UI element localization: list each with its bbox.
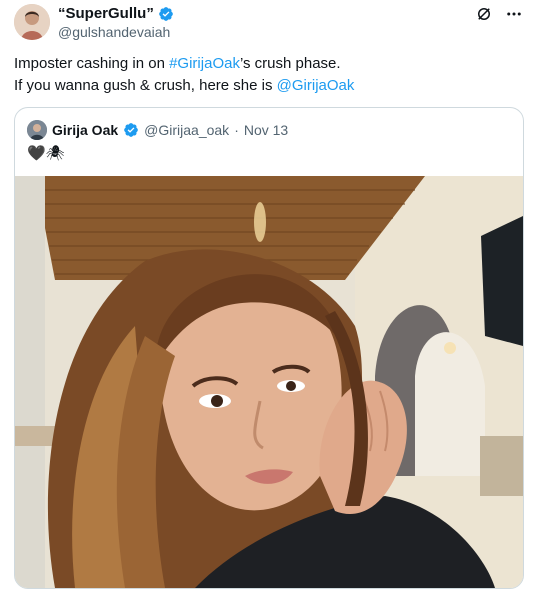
mention-link[interactable]: @GirijaOak (277, 77, 355, 94)
post-header: “SuperGullu” @gulshandevaiah (14, 4, 524, 44)
quoted-post-photo[interactable] (15, 176, 523, 588)
quoted-separator: · (234, 122, 239, 138)
quoted-post-header: Girija Oak @Girijaa_oak · Nov 13 (27, 120, 288, 140)
quoted-post-date[interactable]: Nov 13 (244, 121, 288, 139)
quoted-author-name[interactable]: Girija Oak (52, 121, 118, 139)
post-text: Imposter cashing in on #GirijaOak’s crus… (14, 53, 522, 97)
author-handle[interactable]: @gulshandevaiah (58, 23, 174, 41)
grok-button[interactable] (474, 4, 494, 24)
quoted-avatar-image (27, 120, 47, 140)
post-text-segment: Imposter cashing in on (14, 55, 170, 72)
author-name-block: “SuperGullu” @gulshandevaiah (58, 5, 174, 41)
author-display-name[interactable]: “SuperGullu” (58, 5, 174, 23)
quoted-author-avatar[interactable] (27, 120, 47, 140)
verified-badge-icon (159, 7, 173, 21)
post-text-line-1: Imposter cashing in on #GirijaOak’s crus… (14, 53, 522, 75)
more-button[interactable] (504, 4, 524, 24)
hashtag-link[interactable]: #GirijaOak (169, 55, 240, 72)
avatar-image (14, 4, 50, 40)
post-text-segment: ’s crush phase. (239, 55, 341, 72)
quoted-post-text: 🖤🕷 (27, 145, 65, 162)
quoted-post-card[interactable]: Girija Oak @Girijaa_oak · Nov 13 🖤🕷 (14, 107, 524, 589)
quoted-author-handle[interactable]: @Girijaa_oak (144, 121, 229, 139)
more-horizontal-icon (507, 12, 521, 16)
author-avatar[interactable] (14, 4, 50, 40)
post-text-segment: If you wanna gush & crush, here she is (14, 77, 277, 94)
verified-badge-icon (124, 123, 138, 137)
grok-icon (478, 8, 490, 20)
header-actions (474, 4, 524, 24)
post-text-line-2: If you wanna gush & crush, here she is @… (14, 75, 522, 97)
selfie-image (15, 176, 523, 588)
author-display-name-text[interactable]: “SuperGullu” (58, 5, 154, 23)
